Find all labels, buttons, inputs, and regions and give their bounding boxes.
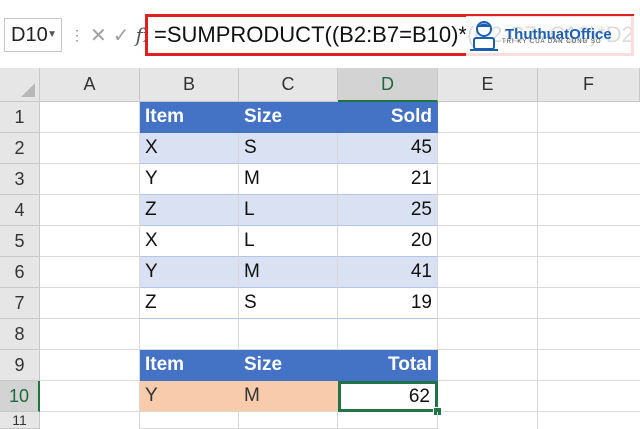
table1-cell[interactable]: S bbox=[239, 133, 338, 164]
table1-cell[interactable]: L bbox=[239, 226, 338, 257]
row-header-6[interactable]: 6 bbox=[0, 257, 40, 288]
row-header-9[interactable]: 9 bbox=[0, 350, 40, 381]
empty-cell[interactable] bbox=[239, 412, 338, 429]
table1-cell[interactable]: M bbox=[239, 164, 338, 195]
empty-cell[interactable] bbox=[140, 319, 239, 350]
column-f-cells[interactable] bbox=[538, 102, 640, 429]
table1-cell[interactable]: Z bbox=[140, 288, 239, 319]
select-all-icon bbox=[21, 83, 35, 97]
table1-cell[interactable]: M bbox=[239, 257, 338, 288]
column-header-c[interactable]: C bbox=[239, 68, 338, 102]
row-header-4[interactable]: 4 bbox=[0, 195, 40, 226]
table1-cell[interactable]: 19 bbox=[338, 288, 438, 319]
empty-cell[interactable] bbox=[338, 412, 438, 429]
logo-person-icon bbox=[470, 21, 498, 51]
column-a-cells[interactable] bbox=[40, 102, 140, 429]
table1-cell[interactable]: Y bbox=[140, 257, 239, 288]
row-header-8[interactable]: 8 bbox=[0, 319, 40, 350]
table1-cell[interactable]: X bbox=[140, 133, 239, 164]
table1-header-sold[interactable]: Sold bbox=[338, 102, 438, 133]
row-header-10[interactable]: 10 bbox=[0, 381, 40, 412]
column-e-cells[interactable] bbox=[438, 102, 538, 429]
dots-icon: ⋮ bbox=[70, 26, 84, 43]
empty-cell[interactable] bbox=[338, 319, 438, 350]
empty-cell[interactable] bbox=[140, 412, 239, 429]
formula-bar: D10 ▼ ⋮ ✕ ✓ fx =SUMPRODUCT((B2:B7=B10)*(… bbox=[0, 0, 640, 68]
column-header-a[interactable]: A bbox=[40, 68, 140, 102]
name-box-value: D10 bbox=[11, 23, 48, 46]
row-header-1[interactable]: 1 bbox=[0, 102, 40, 133]
table1-cell[interactable]: Y bbox=[140, 164, 239, 195]
table1-cell[interactable]: 25 bbox=[338, 195, 438, 226]
table1-cell[interactable]: L bbox=[239, 195, 338, 226]
table1-cell[interactable]: 20 bbox=[338, 226, 438, 257]
table1-cell[interactable]: 41 bbox=[338, 257, 438, 288]
table1-cell[interactable]: 21 bbox=[338, 164, 438, 195]
row-header-5[interactable]: 5 bbox=[0, 226, 40, 257]
chevron-down-icon[interactable]: ▼ bbox=[47, 29, 57, 40]
name-box[interactable]: D10 ▼ bbox=[4, 18, 62, 52]
criteria-item-cell[interactable]: Y bbox=[140, 381, 239, 412]
column-header-d[interactable]: D bbox=[338, 68, 438, 102]
logo: ThuthuatOffice TRI KY CUA DAN CONG SO bbox=[466, 16, 634, 56]
row-header-3[interactable]: 3 bbox=[0, 164, 40, 195]
cancel-icon[interactable]: ✕ bbox=[90, 23, 107, 48]
criteria-size-cell[interactable]: M bbox=[239, 381, 338, 412]
row-header-7[interactable]: 7 bbox=[0, 288, 40, 319]
table2-header-total[interactable]: Total bbox=[338, 350, 438, 381]
check-icon[interactable]: ✓ bbox=[113, 23, 130, 48]
table2-header-item[interactable]: Item bbox=[140, 350, 239, 381]
logo-tagline: TRI KY CUA DAN CONG SO bbox=[502, 39, 602, 45]
column-header-b[interactable]: B bbox=[140, 68, 239, 102]
table1-header-size[interactable]: Size bbox=[239, 102, 338, 133]
column-header-f[interactable]: F bbox=[538, 68, 640, 102]
table1-cell[interactable]: S bbox=[239, 288, 338, 319]
table1-cell[interactable]: 45 bbox=[338, 133, 438, 164]
table1-cell[interactable]: Z bbox=[140, 195, 239, 226]
table1-cell[interactable]: X bbox=[140, 226, 239, 257]
select-all-corner[interactable] bbox=[0, 68, 40, 102]
row-header-11[interactable]: 11 bbox=[0, 412, 40, 429]
empty-cell[interactable] bbox=[239, 319, 338, 350]
total-result-cell[interactable]: 62 bbox=[338, 381, 438, 412]
row-header-2[interactable]: 2 bbox=[0, 133, 40, 164]
table2-header-size[interactable]: Size bbox=[239, 350, 338, 381]
table1-header-item[interactable]: Item bbox=[140, 102, 239, 133]
column-header-e[interactable]: E bbox=[438, 68, 538, 102]
formula-buttons: ⋮ ✕ ✓ fx bbox=[70, 18, 154, 52]
